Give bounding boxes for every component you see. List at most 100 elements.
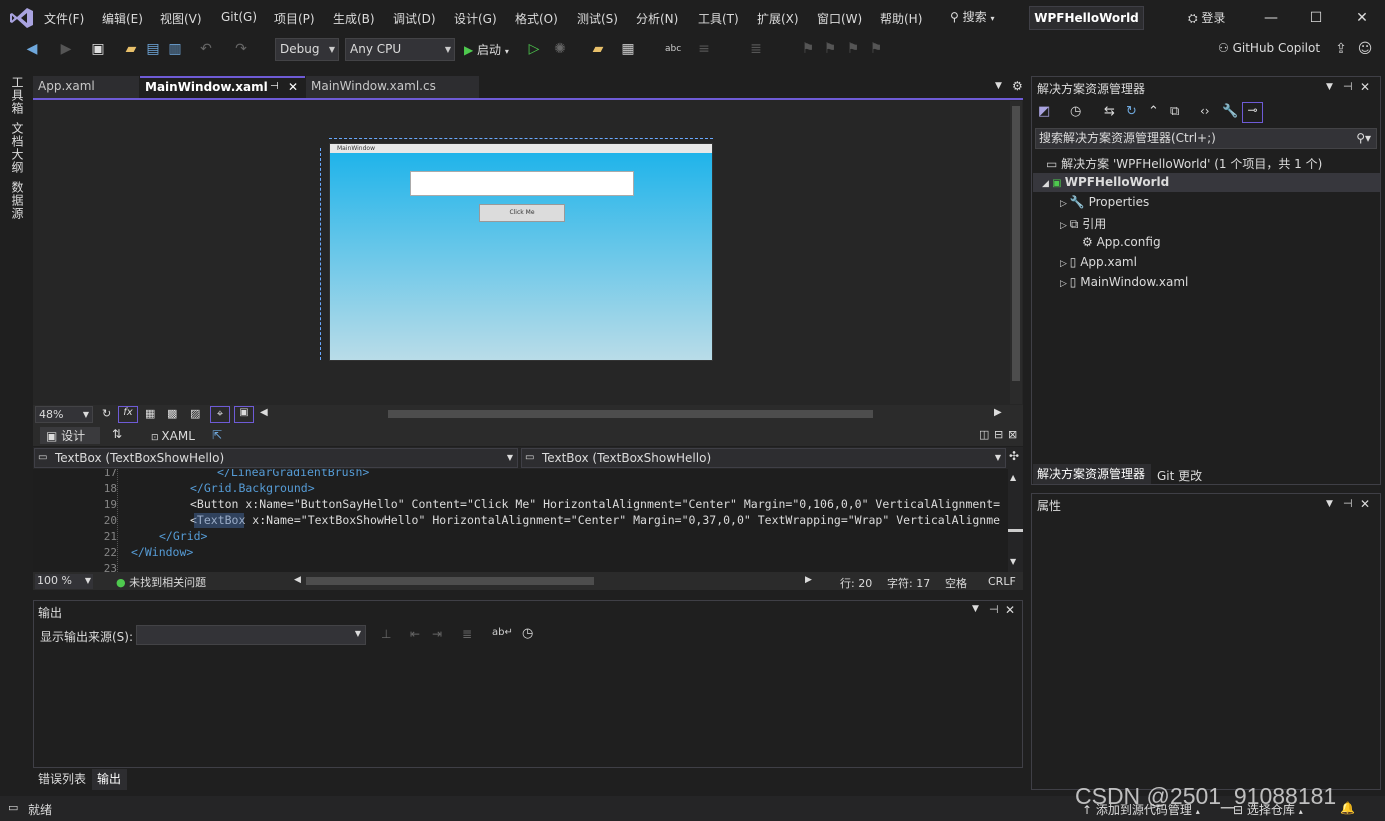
tab-mainwindow-xaml[interactable]: MainWindow.xaml ⊣ ✕: [140, 76, 305, 98]
menu-item[interactable]: 设计(G): [454, 10, 497, 27]
show-all-files-icon[interactable]: ⧉: [1170, 104, 1179, 119]
layout-icon[interactable]: ▦: [620, 40, 636, 58]
popout-xaml-icon[interactable]: ⇱: [212, 428, 222, 442]
word-wrap-icon[interactable]: ab↵: [492, 627, 513, 638]
tab-xaml[interactable]: ⊡ XAML: [151, 429, 195, 443]
data-sources-tab[interactable]: 数据源: [6, 181, 26, 220]
back-icon[interactable]: ◀: [24, 40, 40, 58]
search-box[interactable]: ⚲ 搜索 ▾: [950, 8, 994, 28]
visual-studio-logo-icon[interactable]: [10, 7, 34, 29]
pin-icon[interactable]: ⊣: [270, 78, 279, 96]
designer-horizontal-scrollbar[interactable]: [388, 410, 873, 418]
menu-item[interactable]: 编辑(E): [102, 10, 143, 27]
view-code-icon[interactable]: ‹›: [1200, 104, 1210, 118]
member-selector-dropdown[interactable]: ▭ TextBox (TextBoxShowHello) ▼: [521, 448, 1006, 468]
settings-icon[interactable]: ⚙: [1012, 79, 1023, 93]
toolbox-tab[interactable]: 工具箱: [6, 76, 26, 115]
menu-item[interactable]: 项目(P): [274, 10, 315, 27]
code-line[interactable]: </Window>: [131, 545, 193, 559]
menu-item[interactable]: 视图(V): [160, 10, 202, 27]
menu-item[interactable]: 工具(T): [698, 10, 739, 27]
bookmark-icon[interactable]: ⚑: [800, 40, 816, 58]
hot-reload-icon[interactable]: ✺: [552, 40, 568, 58]
split-editor-icon[interactable]: ✣: [1009, 449, 1019, 463]
line-indicator[interactable]: 行: 20: [840, 575, 872, 591]
menu-item[interactable]: 调试(D): [393, 10, 436, 27]
bookmark-prev-icon[interactable]: ⚑: [822, 40, 838, 58]
pin-icon[interactable]: ⊣: [1343, 80, 1353, 93]
properties-icon[interactable]: 🔧: [1222, 104, 1238, 119]
clear-all-icon[interactable]: ≣: [462, 627, 472, 641]
close-panel-icon[interactable]: ✕: [1360, 80, 1370, 94]
scroll-left-icon[interactable]: ◀: [294, 575, 301, 585]
find-message-icon[interactable]: ⊥: [381, 627, 391, 641]
refresh-icon[interactable]: ↻: [102, 407, 111, 420]
menu-item[interactable]: Git(G): [221, 10, 257, 24]
code-line[interactable]: <TextBox x:Name="TextBoxShowHello" Horiz…: [190, 513, 1000, 527]
notifications-bell-icon[interactable]: 🔔: [1340, 801, 1355, 815]
panel-menu-icon[interactable]: ▼: [1326, 499, 1333, 509]
bookmark-next-icon[interactable]: ⚑: [845, 40, 861, 58]
share-icon[interactable]: ⇪: [1333, 40, 1349, 58]
switch-views-icon[interactable]: ◩: [1038, 104, 1050, 119]
designer-vertical-scrollbar[interactable]: [1010, 101, 1022, 404]
next-message-icon[interactable]: ⇥: [432, 627, 442, 641]
tab-app-xaml[interactable]: App.xaml: [33, 76, 139, 98]
scroll-right-icon[interactable]: ▶: [805, 575, 812, 585]
tab-error-list[interactable]: 错误列表: [35, 770, 91, 789]
prev-message-icon[interactable]: ⇤: [410, 627, 420, 641]
start-button[interactable]: ▶ 启动 ▾: [464, 41, 509, 58]
tree-item-mainwindow-xaml[interactable]: ▷ ▯ MainWindow.xaml: [1060, 275, 1188, 289]
panel-menu-icon[interactable]: ▼: [972, 604, 979, 614]
new-project-icon[interactable]: ▣: [90, 40, 106, 58]
vertical-split-icon[interactable]: ◫: [979, 428, 989, 441]
sync-icon[interactable]: ⇆: [1104, 104, 1115, 119]
spell-check-icon[interactable]: abc: [665, 40, 681, 58]
platform-dropdown[interactable]: Any CPU ▼: [345, 38, 455, 61]
save-icon[interactable]: ▤: [145, 40, 161, 58]
swap-panes-icon[interactable]: ⇅: [112, 427, 122, 441]
close-tab-icon[interactable]: ✕: [288, 78, 298, 96]
zoom-dropdown[interactable]: 48% ▼: [35, 406, 93, 423]
minimize-button[interactable]: —: [1248, 4, 1294, 32]
save-all-icon[interactable]: ▥: [167, 40, 183, 58]
tab-output[interactable]: 输出: [92, 769, 127, 790]
timestamp-icon[interactable]: ◷: [522, 626, 533, 641]
xaml-code-editor[interactable]: 17 18 19 20 21 22 23 </LinearGradientBru…: [33, 469, 1008, 572]
start-without-debug-icon[interactable]: ▷: [526, 40, 542, 58]
scroll-right-icon[interactable]: ▶: [994, 407, 1002, 418]
github-copilot-button[interactable]: ⚇ GitHub Copilot: [1218, 41, 1320, 55]
tab-git-changes[interactable]: Git 更改: [1157, 467, 1202, 484]
project-code-icon[interactable]: ▣: [234, 406, 254, 423]
refresh-icon[interactable]: ↻: [1126, 104, 1137, 119]
tab-list-dropdown-icon[interactable]: ▼: [995, 81, 1002, 91]
tree-item-app-xaml[interactable]: ▷ ▯ App.xaml: [1060, 255, 1137, 269]
effects-toggle-icon[interactable]: fx: [118, 406, 138, 423]
editor-vertical-scrollbar[interactable]: ▲ ▼: [1008, 469, 1023, 572]
tree-item-properties[interactable]: ▷ 🔧 Properties: [1060, 195, 1149, 209]
grid-toggle-icon[interactable]: ▦: [145, 407, 155, 420]
tree-item-references[interactable]: ▷ ⧉ 引用: [1060, 215, 1106, 232]
comment-icon[interactable]: ≡: [696, 40, 712, 58]
pin-icon[interactable]: ⊣: [989, 603, 999, 616]
whitespace-indicator[interactable]: 空格: [945, 575, 967, 591]
close-panel-icon[interactable]: ✕: [1360, 497, 1370, 511]
issues-indicator[interactable]: ● 未找到相关问题: [116, 574, 206, 590]
menu-item[interactable]: 帮助(H): [880, 10, 922, 27]
close-button[interactable]: ✕: [1339, 4, 1385, 32]
menu-item[interactable]: 分析(N): [636, 10, 678, 27]
editor-zoom-dropdown[interactable]: 100 % ▼: [35, 574, 93, 589]
editor-horizontal-scrollbar[interactable]: [306, 577, 594, 585]
tab-solution-explorer[interactable]: 解决方案资源管理器: [1033, 464, 1151, 484]
button-say-hello-preview[interactable]: Click Me: [479, 204, 565, 222]
tab-mainwindow-xaml-cs[interactable]: MainWindow.xaml.cs: [306, 76, 479, 98]
solution-name-badge[interactable]: WPFHelloWorld: [1029, 6, 1144, 30]
menu-item[interactable]: 格式(O): [515, 10, 558, 27]
preview-selected-icon[interactable]: ⊸: [1242, 102, 1263, 123]
scroll-down-icon[interactable]: ▼: [1010, 557, 1016, 566]
menu-item[interactable]: 生成(B): [333, 10, 375, 27]
menu-item[interactable]: 扩展(X): [757, 10, 799, 27]
line-ending-indicator[interactable]: CRLF: [988, 575, 1016, 588]
code-line[interactable]: </LinearGradientBrush>: [217, 469, 369, 479]
snap-grid-icon[interactable]: ▩: [167, 407, 177, 420]
